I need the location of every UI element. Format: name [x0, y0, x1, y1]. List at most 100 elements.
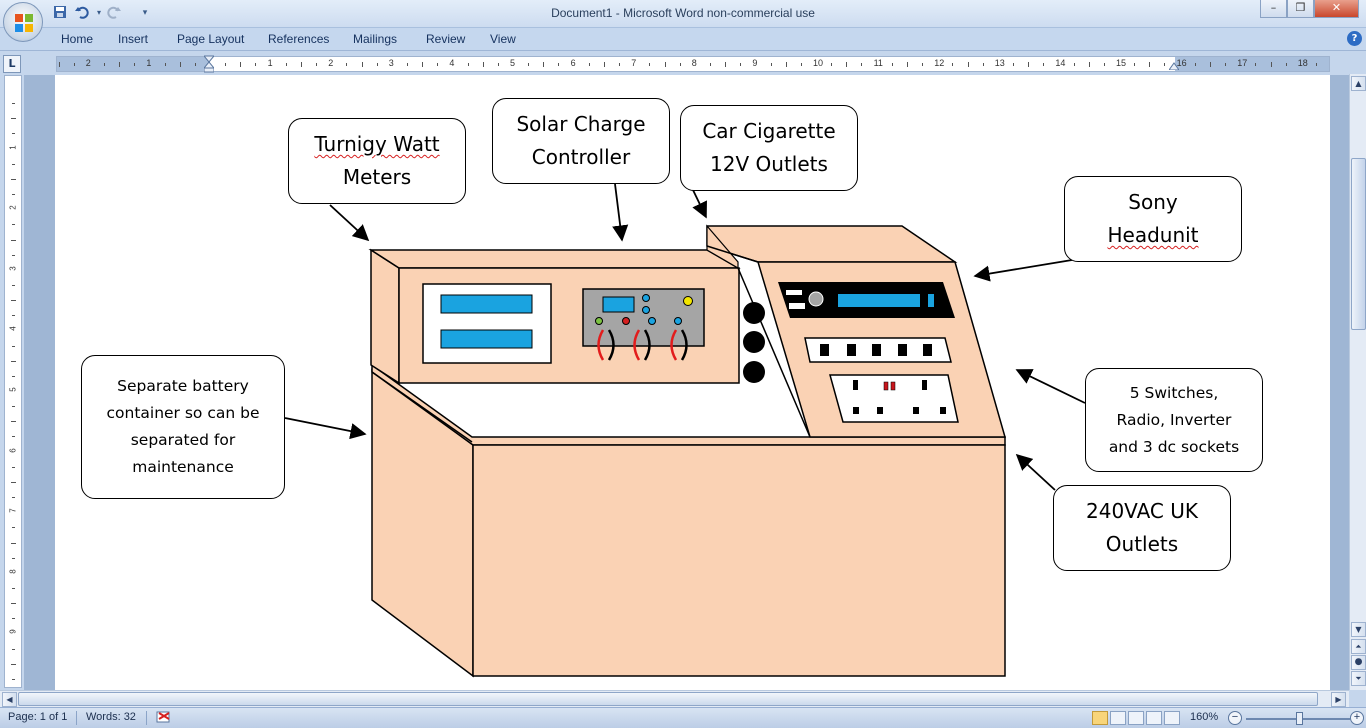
sony-headunit[interactable]: [778, 282, 955, 318]
ruler-tick: [12, 557, 15, 559]
ruler-tick: [543, 62, 545, 67]
ruler-number: 17: [1237, 58, 1248, 68]
ruler-tick: [103, 63, 105, 66]
ruler-number: 14: [1055, 58, 1066, 68]
callout-sony-headunit[interactable]: Sony Headunit: [1064, 176, 1242, 262]
tab-view[interactable]: View: [490, 32, 516, 46]
watt-meter-screen-1: [440, 294, 533, 314]
ruler-tick: [558, 63, 560, 66]
scroll-up-button[interactable]: ▲: [1351, 76, 1366, 91]
callout-watt-meters[interactable]: Turnigy Watt Meters: [288, 118, 466, 204]
callout-car-outlets[interactable]: Car Cigarette 12V Outlets: [680, 105, 858, 191]
callout-solar-controller[interactable]: Solar Charge Controller: [492, 98, 670, 184]
ruler-number: 6: [8, 447, 18, 453]
ruler-tick: [1073, 63, 1075, 66]
tab-selector-button[interactable]: L: [3, 55, 21, 73]
ruler-tick: [1225, 63, 1227, 66]
zoom-out-button[interactable]: −: [1228, 711, 1242, 725]
indent-marker-icon[interactable]: [204, 52, 214, 74]
tab-mailings[interactable]: Mailings: [353, 32, 397, 46]
full-screen-reading-view-button[interactable]: [1110, 711, 1126, 725]
ruler-tick: [725, 62, 727, 67]
uk-outlet-panel[interactable]: [829, 374, 959, 423]
ruler-tick: [12, 345, 15, 347]
ruler-tick: [11, 360, 16, 362]
callout-uk-outlets[interactable]: 240VAC UK Outlets: [1053, 485, 1231, 571]
draft-view-button[interactable]: [1164, 711, 1180, 725]
ruler-tick: [467, 63, 469, 66]
vertical-scrollbar[interactable]: ▲ ▼ ⏶ ● ⏷: [1349, 74, 1366, 690]
vertical-ruler[interactable]: 1 2 3 4 5 6 7 8 9: [4, 75, 22, 688]
ruler-number: 2: [328, 58, 334, 68]
horizontal-scrollbar[interactable]: ◀ ▶: [0, 690, 1349, 707]
scroll-down-button[interactable]: ▼: [1351, 622, 1366, 637]
ruler-number: 1: [146, 58, 152, 68]
callout-text: maintenance: [132, 458, 234, 476]
help-icon[interactable]: ?: [1347, 31, 1362, 46]
ruler-tick: [482, 62, 484, 67]
word-count[interactable]: Words: 32: [86, 711, 136, 723]
maximize-button[interactable]: ❒: [1287, 0, 1314, 18]
ruler-number: 8: [8, 569, 18, 574]
scroll-left-button[interactable]: ◀: [2, 692, 17, 707]
callout-switches[interactable]: 5 Switches, Radio, Inverter and 3 dc soc…: [1085, 368, 1263, 472]
callout-text: and 3 dc sockets: [1108, 437, 1240, 456]
right-indent-marker-icon[interactable]: [1169, 60, 1179, 70]
ruler-tick: [1209, 62, 1211, 67]
watt-meter-panel[interactable]: [422, 283, 552, 364]
ruler-tick: [1012, 63, 1014, 66]
ruler-tick: [1028, 62, 1030, 67]
tab-references[interactable]: References: [268, 32, 329, 46]
horizontal-scroll-thumb[interactable]: [18, 692, 1318, 706]
ruler-tick: [12, 315, 15, 317]
tab-insert[interactable]: Insert: [118, 32, 148, 46]
cigarette-outlets[interactable]: [743, 302, 765, 383]
ruler-tick: [528, 63, 530, 66]
ruler-tick: [12, 527, 15, 529]
switch-panel[interactable]: [804, 337, 952, 363]
ruler-tick: [12, 103, 15, 105]
minimize-button[interactable]: –: [1260, 0, 1287, 18]
page-count[interactable]: Page: 1 of 1: [8, 711, 67, 723]
zoom-in-button[interactable]: +: [1350, 711, 1364, 725]
document-page[interactable]: Turnigy Watt Meters Solar Charge Control…: [55, 75, 1330, 690]
callout-battery-container[interactable]: Separate battery container so can be sep…: [81, 355, 285, 499]
ruler-tick: [422, 62, 424, 67]
previous-page-button[interactable]: ⏶: [1351, 639, 1366, 654]
zoom-level[interactable]: 160%: [1190, 711, 1218, 723]
callout-text: Car Cigarette: [702, 119, 836, 143]
vertical-scroll-thumb[interactable]: [1351, 158, 1366, 330]
office-button[interactable]: [3, 2, 43, 42]
ruler-tick: [619, 63, 621, 66]
web-layout-view-button[interactable]: [1128, 711, 1144, 725]
outline-view-button[interactable]: [1146, 711, 1162, 725]
ruler-tick: [11, 239, 16, 241]
ruler-tick: [846, 62, 848, 67]
print-layout-view-button[interactable]: [1092, 711, 1108, 725]
callout-text: Sony: [1128, 190, 1178, 214]
ruler-tick: [12, 466, 15, 468]
ruler-tick: [785, 62, 787, 67]
callout-text: 240VAC UK: [1086, 499, 1198, 523]
ruler-tick: [1164, 63, 1166, 66]
ruler-tick: [1149, 62, 1151, 67]
ruler-tick: [285, 63, 287, 66]
ruler-tick: [316, 63, 318, 66]
tab-page-layout[interactable]: Page Layout: [177, 32, 244, 46]
ruler-tick: [603, 62, 605, 67]
scroll-right-button[interactable]: ▶: [1331, 692, 1346, 707]
tab-home[interactable]: Home: [61, 32, 93, 46]
ruler-tick: [588, 63, 590, 66]
horizontal-ruler[interactable]: 2 1 1 2 3 4 5 6 7 8 9 10 11 12 13 14 15 16 17 18: [56, 56, 1330, 72]
ruler-tick: [12, 618, 15, 620]
tab-review[interactable]: Review: [426, 32, 465, 46]
zoom-slider-thumb[interactable]: [1296, 712, 1303, 725]
ruler-tick: [12, 163, 15, 165]
ruler-tick: [12, 587, 15, 589]
status-bar: Page: 1 of 1 Words: 32 160% − +: [0, 707, 1366, 728]
close-button[interactable]: ✕: [1314, 0, 1359, 18]
ruler-tick: [740, 63, 742, 66]
next-page-button[interactable]: ⏷: [1351, 671, 1366, 686]
select-browse-object-button[interactable]: ●: [1351, 655, 1366, 670]
proofing-errors-icon[interactable]: [155, 710, 173, 726]
